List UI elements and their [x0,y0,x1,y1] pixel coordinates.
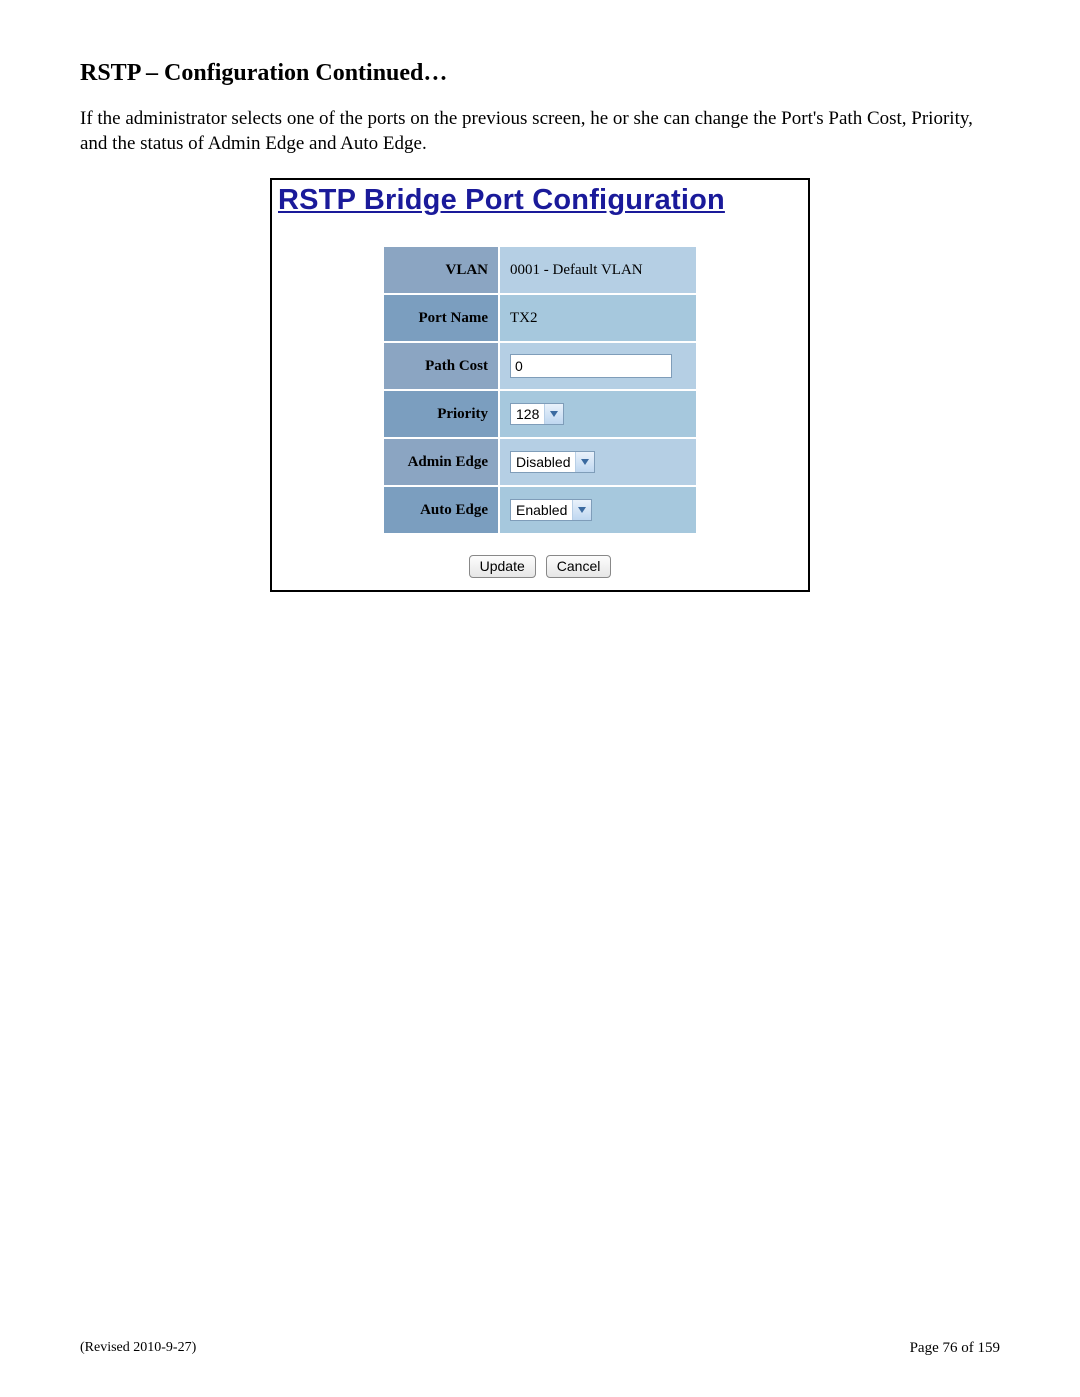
section-heading: RSTP – Configuration Continued… [80,60,1000,87]
label-priority: Priority [383,390,499,438]
admin-edge-select-value: Disabled [511,452,575,472]
auto-edge-select-value: Enabled [511,500,572,520]
button-row: Update Cancel [272,551,808,590]
cancel-button[interactable]: Cancel [546,555,612,578]
cell-admin-edge: Disabled [499,438,697,486]
row-vlan: VLAN 0001 - Default VLAN [383,246,697,294]
admin-edge-select[interactable]: Disabled [510,451,595,473]
chevron-down-icon [544,404,563,424]
update-button[interactable]: Update [469,555,536,578]
intro-paragraph: If the administrator selects one of the … [80,107,1000,156]
cell-path-cost [499,342,697,390]
label-path-cost: Path Cost [383,342,499,390]
label-port-name: Port Name [383,294,499,342]
chevron-down-icon [572,500,591,520]
priority-select[interactable]: 128 [510,403,564,425]
config-panel: RSTP Bridge Port Configuration VLAN 0001… [270,178,810,592]
cell-auto-edge: Enabled [499,486,697,534]
value-port-name: TX2 [499,294,697,342]
document-page: RSTP – Configuration Continued… If the a… [0,0,1080,1397]
value-vlan: 0001 - Default VLAN [499,246,697,294]
priority-select-value: 128 [511,404,544,424]
panel-title: RSTP Bridge Port Configuration [272,180,808,227]
row-admin-edge: Admin Edge Disabled [383,438,697,486]
chevron-down-icon [575,452,594,472]
label-admin-edge: Admin Edge [383,438,499,486]
row-path-cost: Path Cost [383,342,697,390]
cell-priority: 128 [499,390,697,438]
label-auto-edge: Auto Edge [383,486,499,534]
config-table: VLAN 0001 - Default VLAN Port Name TX2 P… [382,245,698,535]
page-footer: (Revised 2010-9-27) Page 76 of 159 [80,1340,1000,1357]
footer-page-number: Page 76 of 159 [910,1340,1000,1357]
row-port-name: Port Name TX2 [383,294,697,342]
path-cost-input[interactable] [510,354,672,378]
label-vlan: VLAN [383,246,499,294]
footer-revised: (Revised 2010-9-27) [80,1340,196,1357]
row-priority: Priority 128 [383,390,697,438]
row-auto-edge: Auto Edge Enabled [383,486,697,534]
auto-edge-select[interactable]: Enabled [510,499,592,521]
